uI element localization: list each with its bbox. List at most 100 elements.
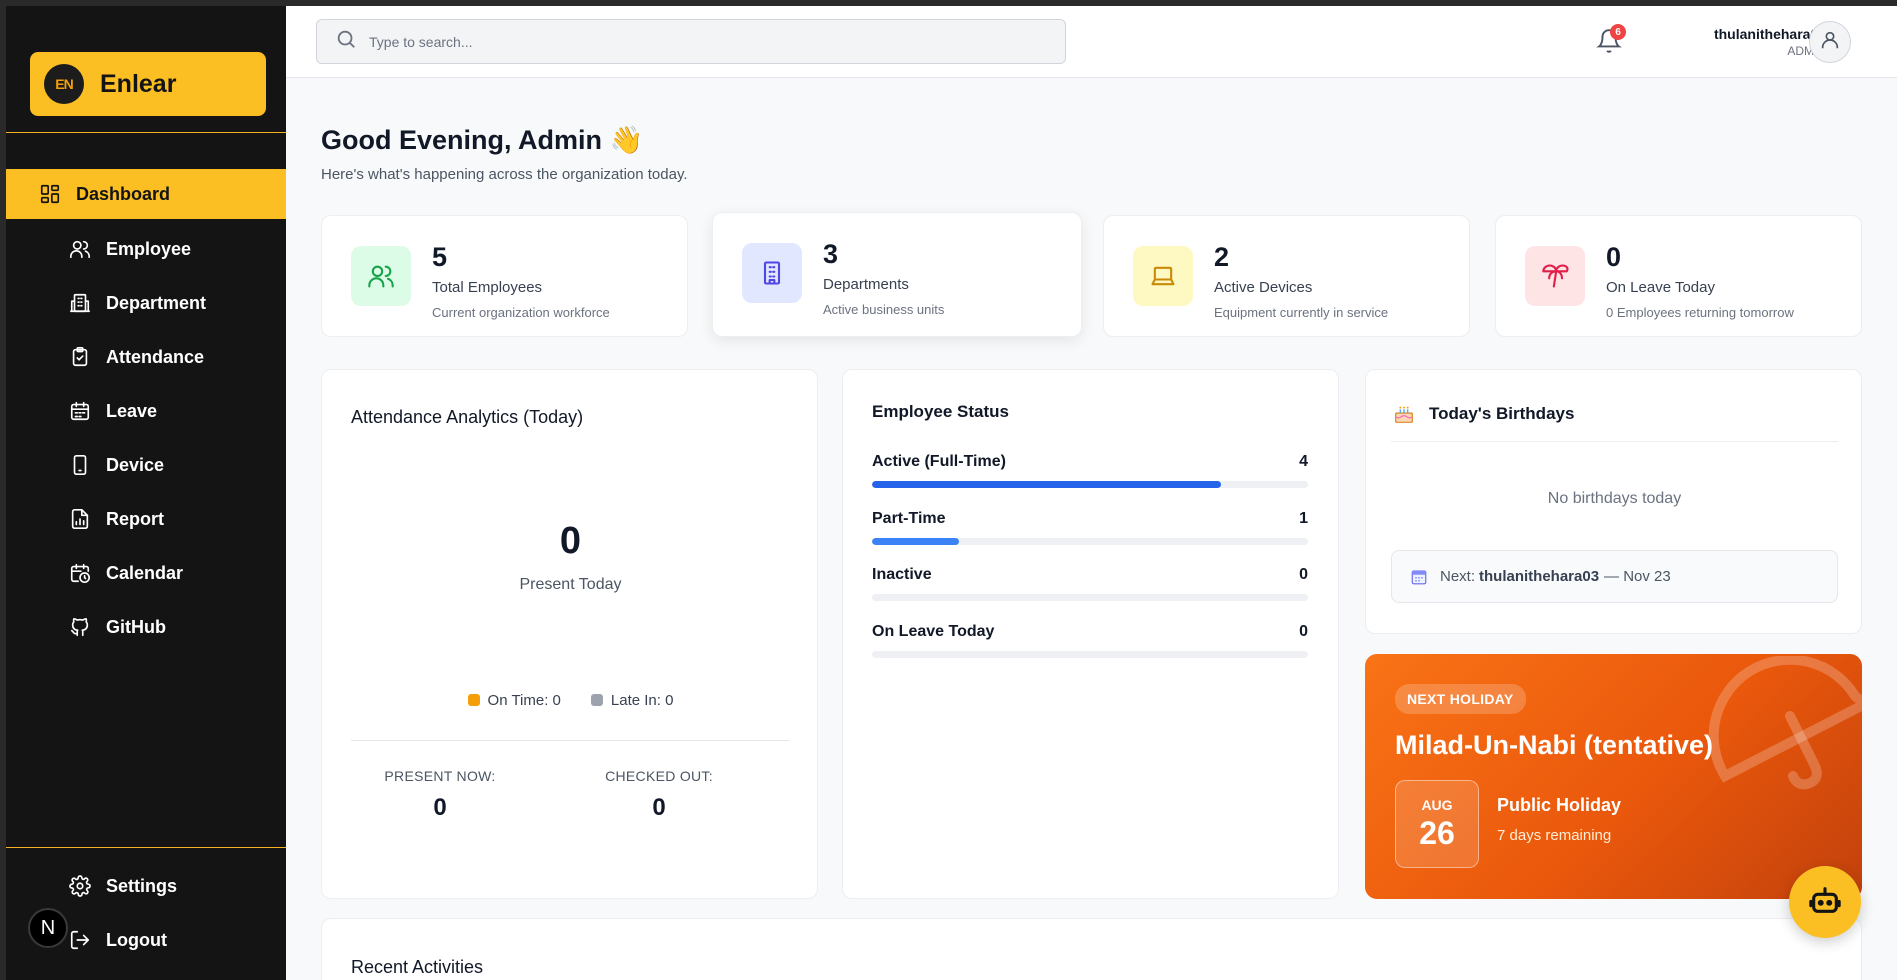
checked-out-stat: CHECKED OUT: 0 [559, 768, 759, 822]
next-birthday: Next: thulanithehara03 — Nov 23 [1391, 550, 1838, 603]
user-role: ADMIN [1787, 44, 1826, 58]
page-subtitle: Here's what's happening across the organ… [321, 166, 688, 183]
stat-label: Active Devices [1214, 279, 1313, 296]
next-birthday-name: thulanithehara03 [1479, 568, 1600, 585]
stat-card-on-leave[interactable]: 0 On Leave Today 0 Employees returning t… [1495, 215, 1862, 337]
stat-card-employees[interactable]: 5 Total Employees Current organization w… [321, 215, 688, 337]
sidebar-item-label: Department [106, 292, 207, 313]
next-prefix: Next: [1440, 568, 1476, 585]
status-label: Part-Time [872, 510, 946, 527]
sidebar-item-department[interactable]: Department [6, 278, 286, 328]
status-bar-track [872, 594, 1308, 601]
n-badge[interactable]: N [28, 908, 68, 948]
brand-name: Enlear [100, 69, 177, 98]
search-input[interactable] [369, 33, 1019, 50]
panel-title: Employee Status [872, 402, 1009, 421]
avatar[interactable] [1809, 21, 1851, 63]
stat-label: Departments [823, 276, 909, 293]
next-birthday-date: — Nov 23 [1604, 568, 1671, 585]
sidebar-item-settings[interactable]: Settings [6, 861, 286, 911]
sidebar-item-leave[interactable]: Leave [6, 386, 286, 436]
bell-icon [1596, 29, 1622, 58]
status-label: Active (Full-Time) [872, 453, 1006, 470]
status-label: Inactive [872, 566, 932, 583]
stat-description: 0 Employees returning tomorrow [1606, 305, 1794, 320]
sidebar-item-label: Device [106, 454, 165, 475]
stat-description: Equipment currently in service [1214, 305, 1389, 320]
divider [1391, 441, 1838, 442]
sidebar-item-employee[interactable]: Employee [6, 224, 286, 274]
panel-title: Today's Birthdays [1429, 404, 1575, 423]
status-row-active: Active (Full-Time) 4 [872, 453, 1308, 488]
no-birthdays-text: No birthdays today [1547, 490, 1682, 507]
notification-count-badge: 6 [1610, 24, 1626, 40]
panel-title: Recent Activities [351, 957, 484, 977]
sidebar-item-device[interactable]: Device [6, 440, 286, 490]
on-time-swatch [467, 694, 480, 706]
next-holiday-card: NEXT HOLIDAY Milad-Un-Nabi (tentative) A… [1365, 654, 1862, 899]
users-icon [68, 237, 92, 261]
stat-label: CHECKED OUT: [605, 768, 713, 784]
holiday-date: AUG 26 [1395, 780, 1479, 868]
umbrella-watermark-icon [1708, 656, 1862, 790]
employee-status-panel: Employee Status Active (Full-Time) 4 Part… [842, 369, 1339, 899]
status-row-inactive: Inactive 0 [872, 566, 1308, 601]
dashboard-icon [38, 182, 62, 206]
legend-on-time: On Time: 0 [467, 692, 561, 709]
main-content: 6 thulanithehara03 ADMIN Good Evening, A… [286, 6, 1897, 980]
sidebar-item-label: Leave [106, 400, 158, 421]
sidebar-item-label: Employee [106, 238, 192, 259]
calendar-icon [68, 399, 92, 423]
building-icon [68, 291, 92, 315]
user-info[interactable]: thulanithehara03 ADMIN [1626, 26, 1826, 58]
calendar-clock-icon [68, 561, 92, 585]
divider [351, 740, 790, 741]
attendance-legend: On Time: 0 Late In: 0 [322, 692, 819, 709]
status-count: 0 [1299, 623, 1308, 640]
holiday-tag: NEXT HOLIDAY [1395, 684, 1526, 714]
brand-logo[interactable]: EN Enlear [30, 52, 266, 116]
stat-description: Current organization workforce [432, 305, 610, 320]
stat-value: 0 [1606, 242, 1622, 272]
sidebar-item-report[interactable]: Report [6, 494, 286, 544]
stat-card-devices[interactable]: 2 Active Devices Equipment currently in … [1103, 215, 1470, 337]
building-icon [742, 243, 802, 303]
stat-value: 3 [823, 239, 839, 269]
chatbot-button[interactable] [1789, 866, 1861, 938]
stat-value: 5 [432, 242, 448, 272]
username: thulanithehara03 [1713, 26, 1826, 42]
users-icon [351, 246, 411, 306]
status-row-part-time: Part-Time 1 [872, 510, 1308, 545]
sidebar-item-label: Settings [106, 875, 178, 896]
phone-icon [68, 453, 92, 477]
stat-value: 0 [652, 794, 666, 821]
sidebar: EN Enlear Dashboard Employee Department … [6, 6, 286, 980]
sidebar-item-label: Attendance [106, 346, 205, 367]
calendar-icon [1411, 569, 1427, 584]
status-bar-track [872, 481, 1308, 488]
sidebar-item-label: Calendar [106, 562, 184, 583]
sidebar-item-label: Dashboard [76, 183, 171, 204]
bot-icon [1808, 883, 1842, 922]
sidebar-item-github[interactable]: GitHub [6, 602, 286, 652]
status-bar-track [872, 651, 1308, 658]
sidebar-item-dashboard[interactable]: Dashboard [6, 169, 286, 219]
legend-label: Late In: 0 [610, 692, 674, 709]
present-label: Present Today [519, 576, 622, 593]
clipboard-check-icon [68, 345, 92, 369]
stat-label: Total Employees [432, 279, 543, 296]
recent-activities-panel: Recent Activities [321, 918, 1862, 980]
sidebar-item-calendar[interactable]: Calendar [6, 548, 286, 598]
holiday-day: 26 [1419, 815, 1455, 851]
github-icon [68, 615, 92, 639]
search-box[interactable] [316, 19, 1066, 64]
legend-late-in: Late In: 0 [590, 692, 674, 709]
logout-icon [68, 928, 92, 952]
report-icon [68, 507, 92, 531]
stat-card-departments[interactable]: 3 Departments Active business units [712, 212, 1082, 337]
holiday-type: Public Holiday [1497, 795, 1622, 815]
present-count: 0 [559, 520, 582, 562]
sidebar-item-attendance[interactable]: Attendance [6, 332, 286, 382]
stat-label: On Leave Today [1606, 279, 1715, 296]
notification-button[interactable]: 6 [1596, 24, 1626, 58]
